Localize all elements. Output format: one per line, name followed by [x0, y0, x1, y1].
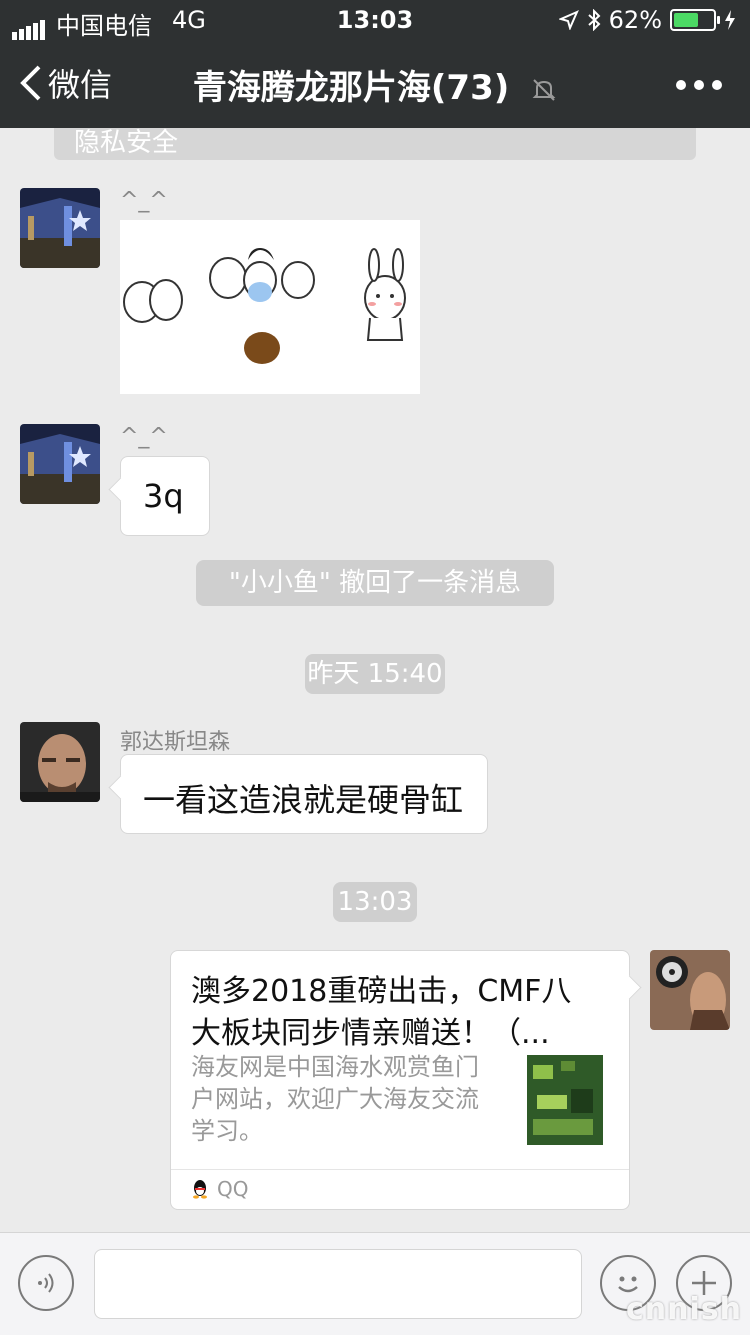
mute-icon	[532, 78, 556, 101]
divider	[171, 1169, 629, 1170]
avatar[interactable]	[20, 188, 100, 268]
more-dot-icon	[712, 80, 722, 90]
sender-name: ^_^	[120, 424, 168, 449]
timestamp: 昨天 15:40	[305, 654, 445, 694]
avatar[interactable]	[20, 722, 100, 802]
chat-title: 青海腾龙那片海(73)	[0, 60, 750, 109]
message-bubble[interactable]: 3q	[120, 456, 210, 536]
timestamp: 13:03	[333, 882, 417, 922]
sender-name: 郭达斯坦森	[120, 730, 231, 755]
input-bar: cnnish	[0, 1232, 750, 1335]
sticker-image[interactable]	[120, 220, 420, 394]
battery-percent: 62%	[608, 6, 662, 34]
status-bar: 中国电信 4G 13:03 62%	[0, 0, 750, 40]
message-input[interactable]	[94, 1249, 582, 1319]
more-dot-icon	[676, 80, 686, 90]
charging-icon	[725, 10, 735, 30]
more-button[interactable]	[676, 80, 722, 90]
more-dot-icon	[694, 80, 704, 90]
avatar[interactable]	[20, 424, 100, 504]
watermark: cnnish	[626, 1292, 742, 1327]
chat-title-text: 青海腾龙那片海(73)	[192, 68, 510, 108]
battery-icon	[670, 9, 720, 31]
header: 中国电信 4G 13:03 62% 微信 青海腾龙那片海(73)	[0, 0, 750, 128]
link-card[interactable]: 澳多2018重磅出击，CMF八大板块同步情亲赠送！（... 海友网是中国海水观赏…	[170, 950, 630, 1210]
sender-name: ^_^	[120, 188, 168, 213]
recall-notice: "小小鱼" 撤回了一条消息	[196, 560, 554, 606]
voice-icon	[38, 1273, 54, 1293]
chat-area[interactable]: 隐私安全 ^_^ ^_^ 3q "小小鱼" 撤回了一条消息 昨天 15:40 郭…	[0, 128, 750, 1232]
avatar[interactable]	[650, 950, 730, 1030]
message-bubble[interactable]: 一看这造浪就是硬骨缸	[120, 754, 488, 834]
link-card-description: 海友网是中国海水观赏鱼门户网站，欢迎广大海友交流学习。	[191, 1053, 479, 1145]
link-card-thumbnail	[527, 1055, 603, 1145]
qq-penguin-icon	[193, 1180, 207, 1199]
message-text: 一看这造浪就是硬骨缸	[143, 781, 464, 819]
voice-button[interactable]	[18, 1255, 74, 1311]
link-card-source-label: QQ	[217, 1177, 249, 1201]
nav-bar: 微信 青海腾龙那片海(73)	[0, 40, 750, 128]
message-text: 3q	[143, 477, 184, 515]
bluetooth-icon	[587, 9, 601, 31]
system-message: 隐私安全	[54, 128, 696, 160]
link-card-title: 澳多2018重磅出击，CMF八大板块同步情亲赠送！（...	[191, 974, 572, 1051]
location-icon	[558, 10, 579, 30]
link-card-source: QQ	[191, 1177, 248, 1201]
